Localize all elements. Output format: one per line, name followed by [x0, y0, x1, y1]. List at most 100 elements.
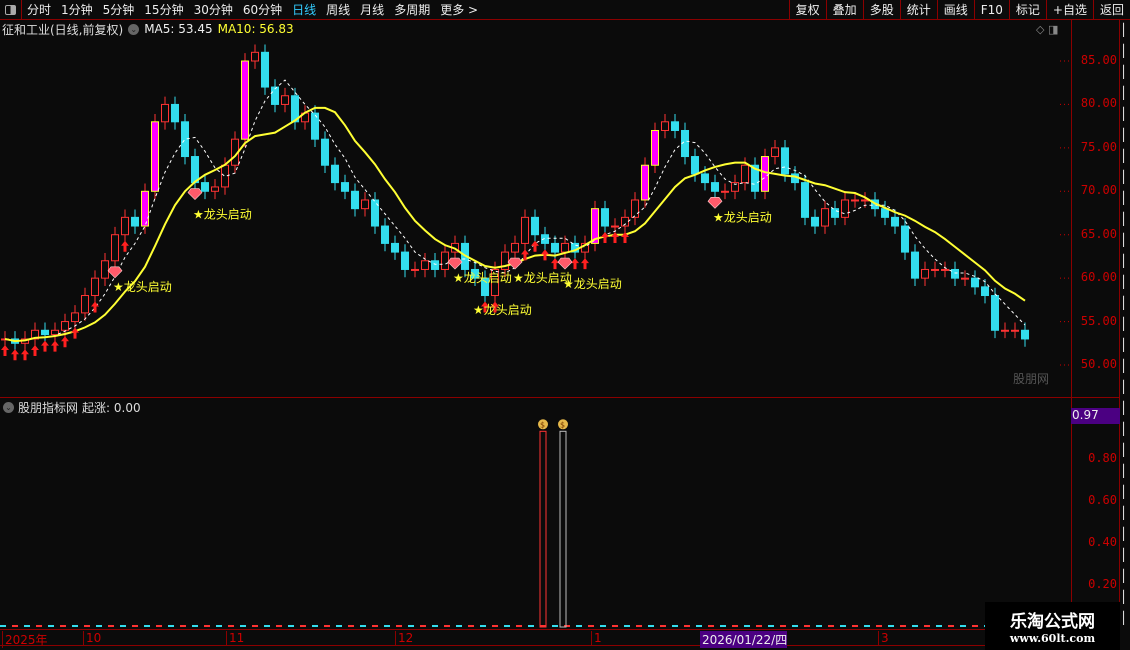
kline-chart[interactable]: ★龙头启动★龙头启动★龙头启动★龙头启动★龙头启动★龙头启动★龙头启动$ $ — [0, 0, 1071, 628]
side-row: │ — [1120, 149, 1128, 163]
candle — [671, 121, 679, 131]
candle — [251, 51, 259, 62]
up-arrow-icon — [611, 232, 619, 244]
candle — [81, 295, 89, 314]
side-row: │ — [1120, 443, 1128, 457]
price-axis: 85.00 80.00 75.00 70.00 65.00 60.00 55.00 50.00… — [1071, 20, 1120, 628]
up-arrow-icon — [51, 340, 59, 352]
indicator-tick: 0.40 — [1088, 535, 1117, 549]
diamond-icon — [557, 257, 573, 270]
indicator-tick: 0.60 — [1088, 493, 1117, 507]
side-row: │ — [1120, 107, 1128, 121]
side-row: │ — [1120, 380, 1128, 394]
candle — [831, 208, 839, 218]
candle — [921, 268, 929, 279]
candle — [1021, 329, 1029, 340]
side-row: │ — [1120, 548, 1128, 562]
indicator-header: ⌄ 股朋指标网 起涨: 0.00 — [3, 399, 141, 416]
candle — [701, 173, 709, 184]
candle — [901, 225, 909, 253]
logo-name: 乐淘公式网 — [1010, 612, 1095, 632]
side-row: │ — [1120, 464, 1128, 478]
candle — [551, 242, 559, 253]
candle — [281, 95, 289, 105]
signal-label: ★龙头启动 — [193, 208, 252, 222]
side-row: │ — [1120, 275, 1128, 289]
candle — [41, 329, 49, 336]
date-tick: 3 — [878, 631, 889, 645]
side-panel: │ │ │ │ │ │ │ │ │ │ │ │ │ │ │ │ │ │ │ │ │ │ │ │ │ │ │ │ │ — [1120, 20, 1130, 650]
up-arrow-icon — [581, 258, 589, 270]
candle — [561, 242, 569, 253]
up-arrow-icon — [551, 258, 559, 270]
up-arrow-icon — [91, 301, 99, 313]
candle — [691, 156, 699, 175]
candle — [911, 251, 919, 279]
up-arrow-icon — [121, 240, 129, 252]
candle — [421, 260, 429, 270]
candle — [821, 208, 829, 227]
candle — [641, 164, 649, 201]
candle — [971, 277, 979, 288]
candle — [711, 182, 719, 192]
candle — [601, 208, 609, 227]
candle — [401, 251, 409, 270]
side-row: │ — [1120, 191, 1128, 205]
money-bag-icon-glyph: $ — [560, 420, 565, 429]
candle — [631, 199, 639, 218]
candle — [741, 164, 749, 184]
candle — [381, 225, 389, 244]
candle — [311, 112, 319, 140]
watermark: 股朋网 — [1013, 372, 1050, 386]
candle — [891, 216, 899, 227]
candle — [431, 260, 439, 270]
candle — [241, 60, 249, 140]
indicator-tick: 0.20 — [1088, 577, 1117, 591]
side-row: │ — [1120, 317, 1128, 331]
signal-bar — [539, 430, 547, 628]
diamond-icon — [447, 257, 463, 270]
up-arrow-icon — [1, 344, 9, 356]
money-bag-icon-glyph: $ — [540, 420, 545, 429]
side-row: │ — [1120, 23, 1128, 37]
candle — [191, 156, 199, 184]
date-tick: 2025年 — [2, 631, 48, 648]
up-arrow-icon — [41, 340, 49, 352]
date-tick: 12 — [395, 631, 413, 645]
candle — [71, 312, 79, 323]
candle — [861, 199, 869, 202]
toolbar-button[interactable]: 返回 — [1092, 0, 1130, 20]
candle — [991, 295, 999, 331]
candle — [841, 199, 849, 218]
indicator-name: 股朋指标网 — [18, 401, 79, 415]
candle — [131, 216, 139, 227]
side-row: │ — [1120, 128, 1128, 142]
side-row: │ — [1120, 359, 1128, 373]
date-axis: 2025年 10 11 12 1 2026/01/22/四 3 — [0, 629, 1120, 648]
candle — [321, 138, 329, 166]
diamond-icon — [707, 196, 723, 209]
ma5-line — [4, 79, 1026, 342]
side-row: │ — [1120, 296, 1128, 310]
signal-label: ★龙头启动 — [473, 303, 532, 317]
candle — [521, 216, 529, 244]
candle — [1011, 329, 1019, 332]
side-row: │ — [1120, 212, 1128, 226]
site-logo: 乐淘公式网 www.60lt.com — [985, 602, 1120, 650]
chevron-down-icon[interactable]: ⌄ — [3, 402, 14, 413]
side-row: │ — [1120, 233, 1128, 247]
candle — [211, 186, 219, 192]
signal-label: ★龙头启动 — [113, 280, 172, 294]
date-tick: 10 — [83, 631, 101, 645]
signal-label: ★龙头启动 — [453, 271, 512, 285]
indicator-value: 起涨: 0.00 — [82, 401, 141, 415]
signal-label: ★龙头启动 — [713, 210, 772, 224]
candle — [961, 277, 969, 280]
candle — [771, 147, 779, 158]
side-row: │ — [1120, 506, 1128, 520]
side-row: │ — [1120, 254, 1128, 268]
side-row: │ — [1120, 590, 1128, 604]
price-tick: 70.00 — [1080, 183, 1117, 198]
up-arrow-icon — [11, 349, 19, 361]
candle — [121, 216, 129, 236]
